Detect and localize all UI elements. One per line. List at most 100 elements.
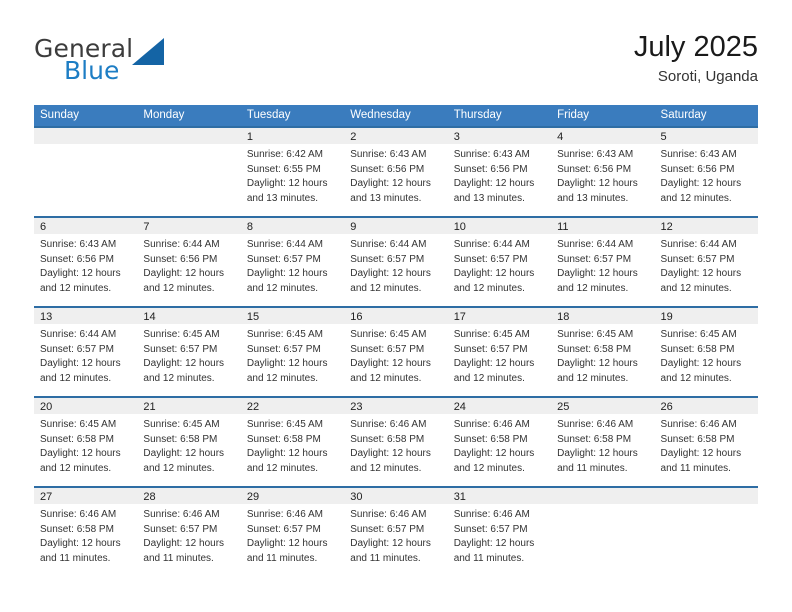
calendar-day-cell[interactable]: 16 Sunrise: 6:45 AM Sunset: 6:57 PM Dayligh… bbox=[344, 306, 448, 397]
day-details: Sunrise: 6:45 AM Sunset: 6:58 PM Daylight:… bbox=[551, 324, 654, 386]
day-details: Sunrise: 6:42 AM Sunset: 6:55 PM Daylight:… bbox=[241, 144, 344, 206]
calendar-day-cell[interactable]: 7 Sunrise: 6:44 AM Sunset: 6:56 PM Daylight… bbox=[137, 216, 241, 307]
calendar-day-cell[interactable]: 21 Sunrise: 6:45 AM Sunset: 6:58 PM Dayligh… bbox=[137, 396, 241, 487]
calendar-day-cell[interactable]: 14 Sunrise: 6:45 AM Sunset: 6:57 PM Dayligh… bbox=[137, 306, 241, 397]
brand-logo[interactable]: General Blue bbox=[34, 34, 264, 92]
sunrise-text: Sunrise: 6:45 AM bbox=[40, 419, 117, 430]
calendar-day-cell[interactable]: 26 Sunrise: 6:46 AM Sunset: 6:58 PM Dayligh… bbox=[654, 396, 758, 487]
daylight-text-line2: and 13 minutes. bbox=[453, 192, 525, 204]
calendar-day-cell[interactable]: 4 Sunrise: 6:43 AM Sunset: 6:56 PM Daylight… bbox=[551, 126, 655, 217]
day-details: Sunrise: 6:43 AM Sunset: 6:56 PM Daylight:… bbox=[655, 144, 758, 206]
calendar-empty-cell bbox=[137, 126, 241, 217]
sunrise-text: Sunrise: 6:42 AM bbox=[246, 149, 323, 160]
calendar-day-cell[interactable]: 13 Sunrise: 6:44 AM Sunset: 6:57 PM Dayligh… bbox=[34, 306, 138, 397]
calendar-day-cell[interactable]: 19 Sunrise: 6:45 AM Sunset: 6:58 PM Dayligh… bbox=[654, 306, 758, 397]
daylight-text-line2: and 12 minutes. bbox=[350, 282, 422, 294]
day-number bbox=[654, 488, 758, 504]
calendar-day-cell[interactable]: 9 Sunrise: 6:44 AM Sunset: 6:57 PM Daylight… bbox=[344, 216, 448, 307]
daylight-text-line2: and 12 minutes. bbox=[350, 462, 422, 474]
sunrise-text: Sunrise: 6:43 AM bbox=[557, 149, 634, 160]
daylight-text-line1: Daylight: 12 hours bbox=[143, 538, 225, 549]
day-details: Sunrise: 6:44 AM Sunset: 6:57 PM Daylight:… bbox=[448, 234, 551, 296]
brand-name-blue: Blue bbox=[64, 56, 120, 85]
calendar-day-cell[interactable]: 6 Sunrise: 6:43 AM Sunset: 6:56 PM Daylight… bbox=[34, 216, 138, 307]
sunset-text: Sunset: 6:58 PM bbox=[40, 523, 114, 535]
calendar-day-cell[interactable]: 17 Sunrise: 6:45 AM Sunset: 6:57 PM Dayligh… bbox=[447, 306, 552, 397]
calendar-day-cell[interactable]: 22 Sunrise: 6:45 AM Sunset: 6:58 PM Dayligh… bbox=[240, 396, 345, 487]
daylight-text-line1: Daylight: 12 hours bbox=[660, 358, 742, 369]
calendar-week-row: 13 Sunrise: 6:44 AM Sunset: 6:57 PM Dayligh… bbox=[34, 306, 758, 397]
daylight-text-line1: Daylight: 12 hours bbox=[143, 268, 225, 279]
sunrise-text: Sunrise: 6:44 AM bbox=[660, 239, 737, 250]
calendar-day-cell[interactable]: 3 Sunrise: 6:43 AM Sunset: 6:56 PM Daylight… bbox=[447, 126, 552, 217]
sunrise-text: Sunrise: 6:44 AM bbox=[557, 239, 634, 250]
daylight-text-line2: and 12 minutes. bbox=[143, 462, 215, 474]
day-details: Sunrise: 6:43 AM Sunset: 6:56 PM Daylight:… bbox=[344, 144, 447, 206]
calendar-day-cell[interactable]: 28 Sunrise: 6:46 AM Sunset: 6:57 PM Dayligh… bbox=[137, 486, 241, 576]
calendar-day-cell[interactable]: 15 Sunrise: 6:45 AM Sunset: 6:57 PM Dayligh… bbox=[240, 306, 345, 397]
calendar-day-cell[interactable]: 5 Sunrise: 6:43 AM Sunset: 6:56 PM Daylight… bbox=[654, 126, 758, 217]
daylight-text-line2: and 12 minutes. bbox=[40, 282, 112, 294]
sunset-text: Sunset: 6:56 PM bbox=[350, 163, 425, 175]
daylight-text-line2: and 11 minutes. bbox=[350, 552, 421, 564]
sunrise-text: Sunrise: 6:46 AM bbox=[246, 509, 323, 520]
calendar-day-cell[interactable]: 1 Sunrise: 6:42 AM Sunset: 6:55 PM Daylight… bbox=[240, 126, 345, 217]
daylight-text-line2: and 12 minutes. bbox=[557, 372, 629, 384]
day-number: 8 bbox=[240, 218, 345, 234]
sunset-text: Sunset: 6:58 PM bbox=[40, 433, 114, 445]
sunset-text: Sunset: 6:58 PM bbox=[660, 433, 735, 445]
sunset-text: Sunset: 6:57 PM bbox=[453, 253, 528, 265]
day-number: 23 bbox=[344, 398, 448, 414]
daylight-text-line1: Daylight: 12 hours bbox=[143, 448, 225, 459]
day-number: 5 bbox=[654, 128, 758, 144]
calendar-day-cell[interactable]: 31 Sunrise: 6:46 AM Sunset: 6:57 PM Dayligh… bbox=[447, 486, 552, 576]
daylight-text-line1: Daylight: 12 hours bbox=[660, 178, 742, 189]
calendar-day-cell[interactable]: 18 Sunrise: 6:45 AM Sunset: 6:58 PM Dayligh… bbox=[551, 306, 655, 397]
sunset-text: Sunset: 6:57 PM bbox=[143, 523, 218, 535]
daylight-text-line2: and 12 minutes. bbox=[557, 282, 629, 294]
sunset-text: Sunset: 6:58 PM bbox=[557, 433, 632, 445]
calendar-day-cell[interactable]: 29 Sunrise: 6:46 AM Sunset: 6:57 PM Dayligh… bbox=[240, 486, 345, 576]
daylight-text-line2: and 12 minutes. bbox=[660, 372, 732, 384]
calendar-day-cell[interactable]: 20 Sunrise: 6:45 AM Sunset: 6:58 PM Dayligh… bbox=[34, 396, 138, 487]
calendar-day-cell[interactable]: 27 Sunrise: 6:46 AM Sunset: 6:58 PM Dayligh… bbox=[34, 486, 138, 576]
calendar-day-cell[interactable]: 2 Sunrise: 6:43 AM Sunset: 6:56 PM Daylight… bbox=[344, 126, 448, 217]
calendar-header-row: Sunday Monday Tuesday Wednesday Thursday… bbox=[34, 105, 758, 127]
sunset-text: Sunset: 6:57 PM bbox=[246, 343, 321, 355]
calendar-day-cell[interactable]: 11 Sunrise: 6:44 AM Sunset: 6:57 PM Dayligh… bbox=[551, 216, 655, 307]
daylight-text-line1: Daylight: 12 hours bbox=[143, 358, 225, 369]
calendar-day-cell[interactable]: 25 Sunrise: 6:46 AM Sunset: 6:58 PM Dayligh… bbox=[551, 396, 655, 487]
sunrise-text: Sunrise: 6:44 AM bbox=[350, 239, 427, 250]
daylight-text-line1: Daylight: 12 hours bbox=[40, 268, 121, 279]
daylight-text-line1: Daylight: 12 hours bbox=[557, 448, 638, 459]
sunset-text: Sunset: 6:56 PM bbox=[143, 253, 218, 265]
day-details: Sunrise: 6:46 AM Sunset: 6:57 PM Daylight:… bbox=[241, 504, 344, 566]
calendar-day-cell[interactable]: 8 Sunrise: 6:44 AM Sunset: 6:57 PM Daylight… bbox=[240, 216, 345, 307]
sunset-text: Sunset: 6:57 PM bbox=[246, 253, 321, 265]
daylight-text-line1: Daylight: 12 hours bbox=[40, 448, 121, 459]
day-details: Sunrise: 6:43 AM Sunset: 6:56 PM Daylight:… bbox=[34, 234, 137, 296]
calendar-day-cell[interactable]: 10 Sunrise: 6:44 AM Sunset: 6:57 PM Dayligh… bbox=[447, 216, 552, 307]
day-details: Sunrise: 6:44 AM Sunset: 6:57 PM Daylight:… bbox=[34, 324, 137, 386]
daylight-text-line2: and 12 minutes. bbox=[40, 462, 112, 474]
day-number: 16 bbox=[344, 308, 448, 324]
day-details: Sunrise: 6:44 AM Sunset: 6:57 PM Daylight:… bbox=[655, 234, 758, 296]
calendar-day-cell[interactable]: 23 Sunrise: 6:46 AM Sunset: 6:58 PM Dayligh… bbox=[344, 396, 448, 487]
calendar-day-cell[interactable]: 30 Sunrise: 6:46 AM Sunset: 6:57 PM Dayligh… bbox=[344, 486, 448, 576]
day-details: Sunrise: 6:43 AM Sunset: 6:56 PM Daylight:… bbox=[448, 144, 551, 206]
daylight-text-line1: Daylight: 12 hours bbox=[557, 268, 638, 279]
daylight-text-line2: and 13 minutes. bbox=[350, 192, 422, 204]
day-number: 19 bbox=[654, 308, 758, 324]
sunrise-text: Sunrise: 6:45 AM bbox=[246, 329, 323, 340]
sunrise-text: Sunrise: 6:44 AM bbox=[246, 239, 323, 250]
calendar-day-cell[interactable]: 24 Sunrise: 6:46 AM Sunset: 6:58 PM Dayligh… bbox=[447, 396, 552, 487]
daylight-text-line1: Daylight: 12 hours bbox=[453, 178, 535, 189]
sunset-text: Sunset: 6:57 PM bbox=[453, 523, 528, 535]
sunrise-text: Sunrise: 6:46 AM bbox=[453, 509, 530, 520]
daylight-text-line1: Daylight: 12 hours bbox=[557, 178, 638, 189]
page-title: July 2025 bbox=[633, 31, 758, 63]
sunset-text: Sunset: 6:57 PM bbox=[350, 343, 425, 355]
calendar-day-cell[interactable]: 12 Sunrise: 6:44 AM Sunset: 6:57 PM Dayligh… bbox=[654, 216, 758, 307]
day-number: 9 bbox=[344, 218, 448, 234]
sunrise-text: Sunrise: 6:45 AM bbox=[453, 329, 530, 340]
